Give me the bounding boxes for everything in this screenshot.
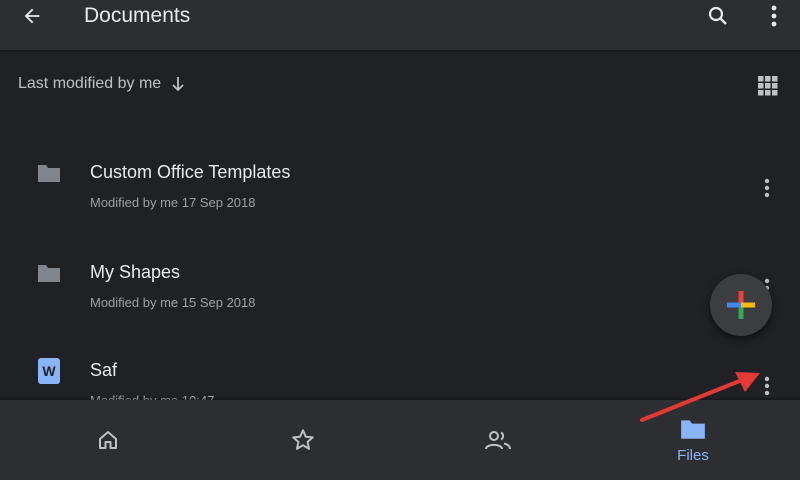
word-doc-letter: W [38, 358, 60, 384]
file-name: Saf [90, 360, 118, 380]
home-icon [99, 431, 117, 449]
arrow-back-icon [24, 8, 40, 24]
nav-files[interactable]: Files [593, 400, 793, 480]
page-title: Documents [84, 4, 191, 27]
sort-label: Last modified by me [18, 75, 162, 92]
folder-icon [36, 260, 62, 286]
add-multicolor-icon [727, 291, 755, 319]
grid-view-toggle[interactable] [752, 70, 784, 102]
nav-files-label: Files [677, 446, 709, 464]
item-more-button[interactable] [752, 173, 782, 203]
nav-starred[interactable] [203, 400, 403, 480]
file-meta: Modified by me 17 Sep 2018 [90, 195, 256, 210]
star-icon [292, 429, 314, 450]
list-item[interactable]: My Shapes Modified by me 15 Sep 2018 [0, 228, 800, 318]
top-app-bar: Documents [0, 0, 800, 50]
arrow-down-icon [172, 77, 184, 92]
people-icon [485, 431, 511, 450]
word-doc-icon: W [36, 358, 62, 384]
list-item[interactable]: Custom Office Templates Modified by me 1… [0, 128, 800, 218]
new-item-fab[interactable] [710, 274, 772, 336]
more-options-button[interactable] [756, 0, 792, 32]
folder-icon [681, 419, 705, 439]
back-button[interactable] [14, 0, 50, 32]
nav-shared[interactable] [398, 400, 598, 480]
bottom-navigation: Files [0, 400, 800, 480]
nav-home[interactable] [8, 400, 208, 480]
grid-view-icon [758, 76, 778, 96]
more-vert-icon [771, 5, 777, 27]
search-button[interactable] [700, 0, 736, 32]
sort-bar: Last modified by me [0, 60, 800, 110]
file-name: My Shapes [90, 262, 181, 282]
file-meta: Modified by me 15 Sep 2018 [90, 295, 256, 310]
file-name: Custom Office Templates [90, 162, 291, 182]
folder-icon [36, 160, 62, 186]
search-icon [708, 6, 727, 25]
more-vert-icon [764, 178, 770, 198]
item-more-button[interactable] [752, 371, 782, 401]
sort-button[interactable]: Last modified by me [18, 75, 185, 93]
more-vert-icon [764, 376, 770, 396]
